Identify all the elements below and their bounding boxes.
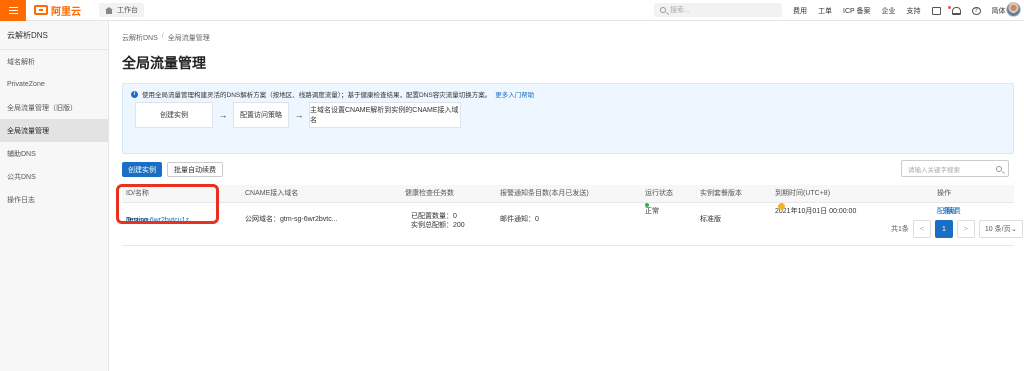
cell-alerts: 邮件通知：0 [500, 216, 539, 223]
breadcrumb: 云解析DNS / 全局流量管理 [122, 33, 210, 43]
hamburger-menu-icon[interactable] [0, 0, 26, 21]
batch-auto-renew-button[interactable]: 批量自动续费 [167, 162, 223, 177]
global-search-input[interactable]: 搜索... [654, 3, 782, 17]
cell-health: 已配置数量：0 实例总配额：200 [411, 212, 465, 230]
next-page-button[interactable]: > [956, 220, 975, 238]
sidebar-item-gtm[interactable]: 全局流量管理 [0, 119, 108, 142]
help-link[interactable]: 更多入门帮助 [495, 89, 534, 99]
page-size-select[interactable]: 10 条/页 ⌄ [978, 220, 1023, 238]
language-switch[interactable]: 简体 [992, 6, 1006, 16]
top-link-billing[interactable]: 费用 [793, 6, 807, 16]
top-link-ticket[interactable]: 工单 [818, 6, 832, 16]
global-search-placeholder: 搜索... [670, 7, 690, 14]
search-icon [660, 7, 666, 13]
sidebar: 云解析DNS 域名解析 PrivateZone 全局流量管理（旧版） 全局流量管… [0, 21, 109, 371]
pagination-total: 共1条 [891, 226, 909, 233]
aliyun-logo-icon [34, 5, 48, 15]
top-navigation-bar: 阿里云 工作台 搜索... 费用 工单 ICP 备案 企业 支持 ? 简体 [0, 0, 1024, 21]
notification-dot [947, 5, 951, 9]
bell-icon[interactable] [947, 5, 961, 15]
prev-page-button[interactable]: < [912, 220, 931, 238]
step-set-cname: 主域名设置CNAME解析到实例的CNAME接入域名 [309, 102, 461, 128]
search-icon[interactable] [996, 165, 1002, 172]
sidebar-item-domain-resolution[interactable]: 域名解析 [0, 50, 108, 73]
avatar[interactable] [1006, 2, 1021, 17]
arrow-right-icon: → [218, 110, 228, 120]
brand-name: 阿里云 [51, 6, 81, 18]
help-icon[interactable]: ? [971, 6, 981, 15]
top-link-enterprise[interactable]: 企业 [882, 6, 896, 16]
create-instance-button[interactable]: 创建实例 [122, 162, 162, 177]
sidebar-item-operation-log[interactable]: 操作日志 [0, 188, 108, 211]
expire-text: 2021年10月01日 00:00:00 [775, 208, 857, 215]
setup-steps: 创建实例 → 配置访问策略 → 主域名设置CNAME解析到实例的CNAME接入域… [135, 102, 461, 128]
status-text: 正常 [645, 208, 659, 215]
pagination: 共1条 < 1 > 10 条/页 ⌄ [891, 220, 1023, 238]
top-links: 费用 工单 ICP 备案 企业 支持 ? 简体 [793, 0, 1017, 21]
table-search-placeholder: 请输入关键字搜索 [908, 166, 960, 174]
breadcrumb-item-gtm: 全局流量管理 [167, 35, 210, 42]
warning-icon[interactable] [778, 203, 785, 210]
sidebar-item-gtm-legacy[interactable]: 全局流量管理（旧版） [0, 96, 108, 119]
sidebar-item-public-dns[interactable]: 公共DNS [0, 165, 108, 188]
breadcrumb-separator: / [161, 33, 164, 40]
aliyun-logo[interactable]: 阿里云 [34, 3, 81, 18]
info-panel: i 使用全局流量管理构建灵活的DNS解析方案（按地区、线路调度流量）；基于健康检… [122, 83, 1014, 154]
cell-cname: 公网域名：gtm-sg-6wr2bvtc... [245, 216, 338, 223]
table-header: ID/名称 CNAME接入域名 健康检查任务数 报警通知条目数(本月已发送) 运… [122, 185, 1014, 203]
workspace-button[interactable]: 工作台 [99, 3, 144, 17]
breadcrumb-item-dns[interactable]: 云解析DNS [122, 33, 158, 43]
top-link-icp[interactable]: ICP 备案 [843, 6, 871, 16]
arrow-right-icon: → [294, 110, 304, 120]
col-header-health: 健康检查任务数 [405, 190, 454, 197]
col-header-status: 运行状态 [645, 190, 673, 197]
home-icon [105, 6, 113, 14]
health-configured: 已配置数量：0 [411, 213, 457, 220]
sidebar-item-secondary-dns[interactable]: 辅助DNS [0, 142, 108, 165]
page-1-button[interactable]: 1 [934, 220, 953, 238]
sidebar-item-privatezone[interactable]: PrivateZone [0, 73, 108, 96]
page-size-value: 10 条/页 [984, 226, 1011, 233]
chevron-down-icon: ⌄ [1011, 226, 1017, 233]
table-row: gtm-sg-6wr2bvtcu1z Testing 公网域名：gtm-sg-6… [122, 203, 1014, 246]
col-header-alerts: 报警通知条目数(本月已发送) [500, 190, 589, 197]
col-header-cname: CNAME接入域名 [245, 190, 299, 197]
workspace-label: 工作台 [117, 7, 138, 14]
table-search-input[interactable]: 请输入关键字搜索 [901, 160, 1009, 177]
step-configure-policy: 配置访问策略 [233, 102, 289, 128]
step-create-instance: 创建实例 [135, 102, 213, 128]
renew-link[interactable]: 续费 [947, 203, 961, 221]
col-header-plan: 实例套餐版本 [700, 190, 742, 197]
cell-plan: 标准版 [700, 216, 721, 223]
col-header-actions: 操作 [937, 190, 951, 197]
top-link-support[interactable]: 支持 [907, 6, 921, 16]
image-icon[interactable] [931, 6, 941, 15]
sidebar-title: 云解析DNS [0, 21, 108, 50]
info-icon: i [131, 90, 138, 98]
highlight-box [116, 184, 219, 224]
page-title: 全局流量管理 [122, 55, 206, 71]
health-quota: 实例总配额：200 [411, 222, 465, 229]
main-content: 云解析DNS / 全局流量管理 全局流量管理 i 使用全局流量管理构建灵活的DN… [109, 21, 1024, 371]
info-text: 使用全局流量管理构建灵活的DNS解析方案（按地区、线路调度流量）；基于健康检查结… [142, 92, 492, 99]
col-header-expire: 到期时间(UTC+8) [775, 190, 831, 197]
info-message: i 使用全局流量管理构建灵活的DNS解析方案（按地区、线路调度流量）；基于健康检… [131, 89, 534, 99]
